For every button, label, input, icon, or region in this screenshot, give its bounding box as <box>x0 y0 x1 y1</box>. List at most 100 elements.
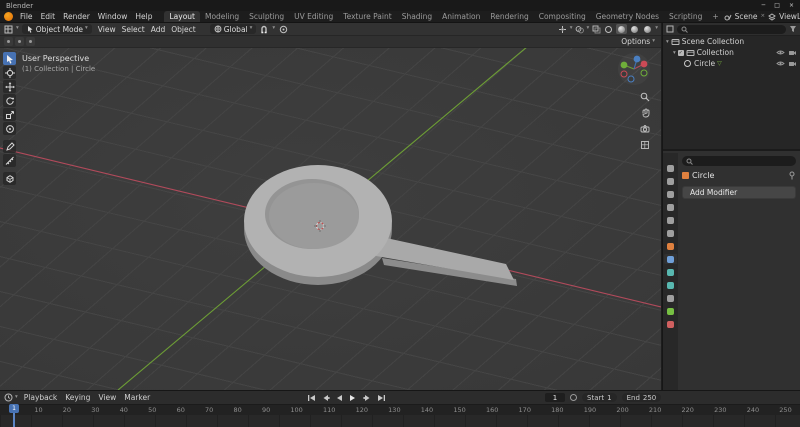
snap-chevron-icon[interactable]: ▾ <box>272 26 275 32</box>
transform-tool-button[interactable] <box>3 122 16 135</box>
workspace-tab[interactable]: Layout <box>164 11 200 22</box>
collection-checkbox[interactable]: ✓ <box>678 50 684 56</box>
scene-unlink-icon[interactable]: × <box>761 14 766 20</box>
frame-start-field[interactable]: Start 1 <box>582 393 617 402</box>
menu-item[interactable]: Render <box>59 12 94 21</box>
workspace-tab[interactable]: Texture Paint <box>338 11 396 22</box>
zoom-icon[interactable] <box>640 92 650 102</box>
perspective-toggle-icon[interactable] <box>640 140 650 150</box>
tool-settings-toggle-icon[interactable] <box>15 37 24 46</box>
modifiers-properties-tab[interactable] <box>664 254 677 264</box>
workspace-tab[interactable]: Modeling <box>200 11 244 22</box>
disclosure-icon[interactable]: ▾ <box>673 50 676 56</box>
viewport-canvas[interactable]: User Perspective (1) Collection | Circle <box>0 48 661 390</box>
timeline-track[interactable] <box>0 415 800 427</box>
shading-material-button[interactable] <box>629 24 640 34</box>
filter-icon[interactable] <box>789 25 797 33</box>
render-camera-icon[interactable] <box>788 60 797 67</box>
outliner-row-circle[interactable]: Circle ▽ <box>663 58 800 69</box>
add-cube-tool-button[interactable] <box>3 172 16 185</box>
workspace-tab[interactable]: Animation <box>437 11 485 22</box>
particles-properties-tab[interactable] <box>664 267 677 277</box>
mesh-object-circle[interactable] <box>244 165 517 286</box>
jump-to-end-button[interactable] <box>376 393 386 402</box>
scene-properties-tab[interactable] <box>664 215 677 225</box>
shading-solid-button[interactable] <box>616 24 627 34</box>
tool-properties-tab[interactable] <box>664 163 677 173</box>
hide-eye-icon[interactable] <box>776 60 785 67</box>
editor-type-chevron-icon[interactable]: ▾ <box>16 26 19 32</box>
hide-eye-icon[interactable] <box>776 49 785 56</box>
timeline-ruler[interactable]: 0102030405060708090100110120130140150160… <box>0 404 800 415</box>
xray-toggle-icon[interactable] <box>591 24 601 34</box>
timeline-editor-chevron-icon[interactable]: ▾ <box>15 395 18 401</box>
proportional-editing-icon[interactable] <box>278 24 288 34</box>
menu-item[interactable]: Window <box>94 12 132 21</box>
jump-to-start-button[interactable] <box>306 393 316 402</box>
annotate-tool-button[interactable] <box>3 140 16 153</box>
workspace-tab[interactable]: Geometry Nodes <box>591 11 664 22</box>
shading-chevron-icon[interactable]: ▾ <box>655 26 658 32</box>
tool-settings-toggle-icon[interactable] <box>26 37 35 46</box>
workspace-tab[interactable]: Scripting <box>664 11 707 22</box>
scene-selector[interactable]: Scene <box>735 12 758 21</box>
minimize-button[interactable]: ─ <box>762 2 766 9</box>
properties-search-input[interactable] <box>682 156 796 166</box>
scale-tool-button[interactable] <box>3 108 16 121</box>
gizmo-chevron-icon[interactable]: ▾ <box>570 26 573 32</box>
playhead-frame-badge[interactable]: 1 <box>9 404 19 413</box>
play-reverse-button[interactable] <box>334 393 344 402</box>
navigation-gizmo[interactable] <box>617 52 651 86</box>
play-button[interactable] <box>348 393 358 402</box>
editor-type-icon[interactable] <box>3 24 13 34</box>
object-properties-tab[interactable] <box>664 241 677 251</box>
timeline-menu-item[interactable]: Playback <box>20 393 61 402</box>
outliner-search-input[interactable] <box>677 25 786 34</box>
menu-item[interactable]: Edit <box>37 12 60 21</box>
timeline-menu-item[interactable]: Keying <box>61 393 94 402</box>
workspace-tab[interactable]: UV Editing <box>289 11 338 22</box>
next-keyframe-button[interactable] <box>362 393 372 402</box>
menu-item[interactable]: Help <box>131 12 156 21</box>
material-properties-tab[interactable] <box>664 319 677 329</box>
frame-end-field[interactable]: End 250 <box>622 393 662 402</box>
close-button[interactable]: × <box>789 2 794 9</box>
move-tool-button[interactable] <box>3 80 16 93</box>
workspace-tab[interactable]: Sculpting <box>244 11 289 22</box>
mode-selector[interactable]: Object Mode ▾ <box>22 24 92 34</box>
output-properties-tab[interactable] <box>664 189 677 199</box>
timeline-menu-item[interactable]: Marker <box>120 393 154 402</box>
pin-icon[interactable] <box>788 171 796 180</box>
timeline-editor-icon[interactable] <box>4 393 13 402</box>
measure-tool-button[interactable] <box>3 154 16 167</box>
constraints-properties-tab[interactable] <box>664 293 677 303</box>
physics-properties-tab[interactable] <box>664 280 677 290</box>
workspace-tab[interactable]: + <box>707 11 723 22</box>
timeline-menu-item[interactable]: View <box>94 393 120 402</box>
viewport-options-dropdown[interactable]: Options ▾ <box>621 37 657 46</box>
camera-view-icon[interactable] <box>640 124 650 134</box>
add-modifier-button[interactable]: Add Modifier <box>682 186 796 199</box>
viewport-menu-item[interactable]: Select <box>119 25 148 34</box>
viewport-menu-item[interactable]: View <box>95 25 119 34</box>
cursor-tool-button[interactable] <box>3 66 16 79</box>
overlays-chevron-icon[interactable]: ▾ <box>586 26 589 32</box>
disclosure-icon[interactable]: ▾ <box>666 39 669 45</box>
tweak-tool-icon[interactable] <box>4 37 13 46</box>
select-box-tool-button[interactable] <box>3 52 16 65</box>
maximize-button[interactable]: □ <box>774 2 780 9</box>
world-properties-tab[interactable] <box>664 228 677 238</box>
rotate-tool-button[interactable] <box>3 94 16 107</box>
shading-wireframe-button[interactable] <box>603 24 614 34</box>
workspace-tab[interactable]: Compositing <box>534 11 591 22</box>
render-camera-icon[interactable] <box>788 49 797 56</box>
workspace-tab[interactable]: Rendering <box>485 11 533 22</box>
overlays-icon[interactable] <box>574 24 584 34</box>
view-layer-properties-tab[interactable] <box>664 202 677 212</box>
outliner-editor-icon[interactable] <box>666 25 674 33</box>
blender-logo-icon[interactable] <box>4 12 13 21</box>
snap-magnet-icon[interactable] <box>259 24 269 34</box>
render-properties-tab[interactable] <box>664 176 677 186</box>
shading-rendered-button[interactable] <box>642 24 653 34</box>
transform-orientation-selector[interactable]: Global ▾ <box>210 24 257 34</box>
